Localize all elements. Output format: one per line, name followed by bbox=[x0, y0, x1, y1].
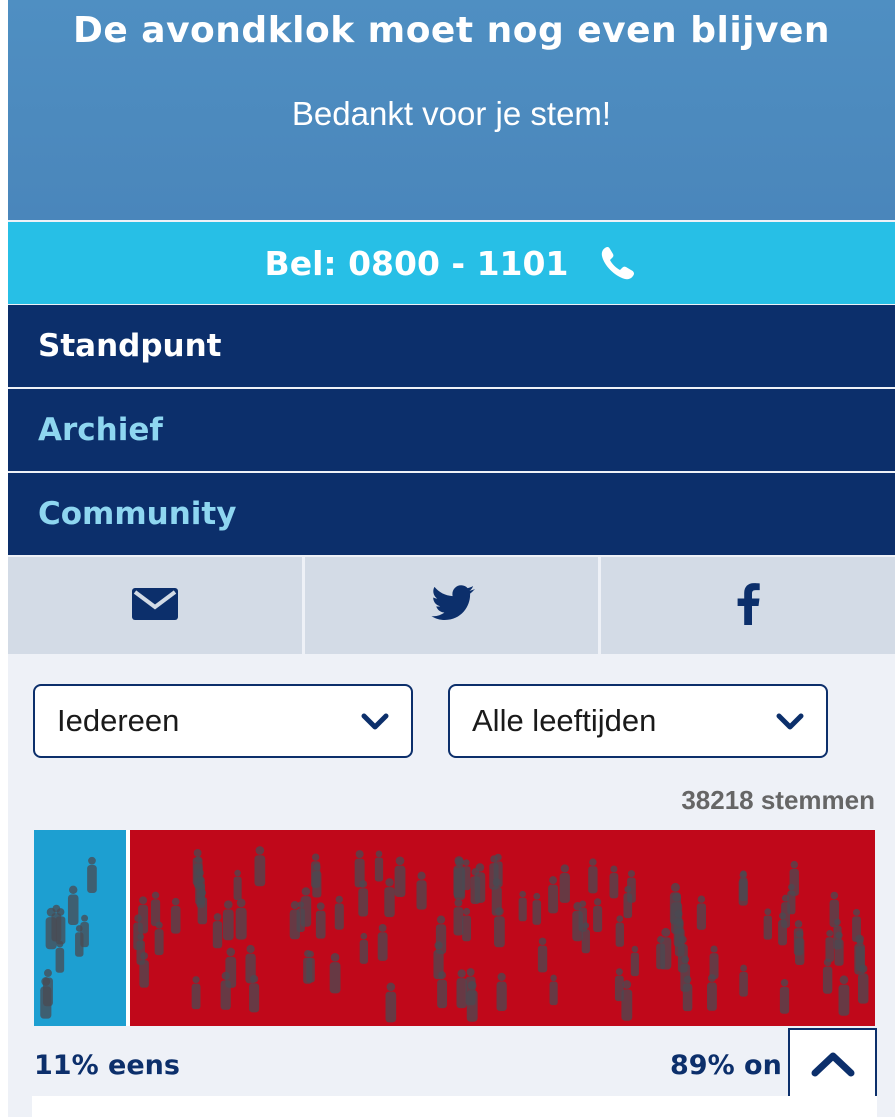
vote-count: 38218 stemmen bbox=[681, 785, 875, 815]
group-filter-value: Iedereen bbox=[57, 703, 180, 738]
disagree-segment bbox=[130, 830, 875, 1026]
call-label: Bel: 0800 - 1101 bbox=[264, 243, 569, 283]
age-filter-select[interactable]: Alle leeftijden bbox=[448, 684, 828, 758]
twitter-icon bbox=[428, 584, 476, 628]
result-bar bbox=[34, 830, 875, 1026]
share-bar bbox=[8, 557, 895, 654]
chevron-up-icon bbox=[811, 1051, 855, 1081]
nav-item-label: Archief bbox=[38, 412, 163, 448]
back-to-top-button[interactable] bbox=[788, 1028, 877, 1104]
content-card bbox=[32, 1096, 877, 1117]
mail-icon bbox=[131, 587, 179, 625]
share-facebook-button[interactable] bbox=[601, 557, 895, 654]
nav-item-standpunt[interactable]: Standpunt bbox=[8, 305, 895, 387]
nav-item-archief[interactable]: Archief bbox=[8, 389, 895, 471]
share-twitter-button[interactable] bbox=[305, 557, 602, 654]
phone-icon bbox=[598, 243, 638, 283]
facebook-icon bbox=[735, 582, 761, 629]
crowd-figures bbox=[40, 856, 97, 1019]
chevron-down-icon bbox=[361, 703, 389, 739]
share-email-button[interactable] bbox=[8, 557, 305, 654]
nav-item-community[interactable]: Community bbox=[8, 473, 895, 555]
age-filter-value: Alle leeftijden bbox=[472, 703, 657, 738]
agree-segment bbox=[34, 830, 126, 1026]
poll-header: De avondklok moet nog even blijven Bedan… bbox=[8, 0, 895, 220]
call-button[interactable]: Bel: 0800 - 1101 bbox=[8, 222, 895, 304]
nav-item-label: Community bbox=[38, 496, 237, 532]
crowd-figures bbox=[133, 846, 869, 1023]
agree-label: 11% eens bbox=[34, 1050, 180, 1081]
vote-thanks-message: Bedankt voor je stem! bbox=[291, 95, 612, 132]
nav-item-label: Standpunt bbox=[38, 328, 222, 364]
chevron-down-icon bbox=[776, 703, 804, 739]
page-title: De avondklok moet nog even blijven bbox=[72, 10, 831, 51]
group-filter-select[interactable]: Iedereen bbox=[33, 684, 413, 758]
page: De avondklok moet nog even blijven Bedan… bbox=[8, 0, 895, 1117]
disagree-label: 89% on bbox=[670, 1050, 782, 1081]
